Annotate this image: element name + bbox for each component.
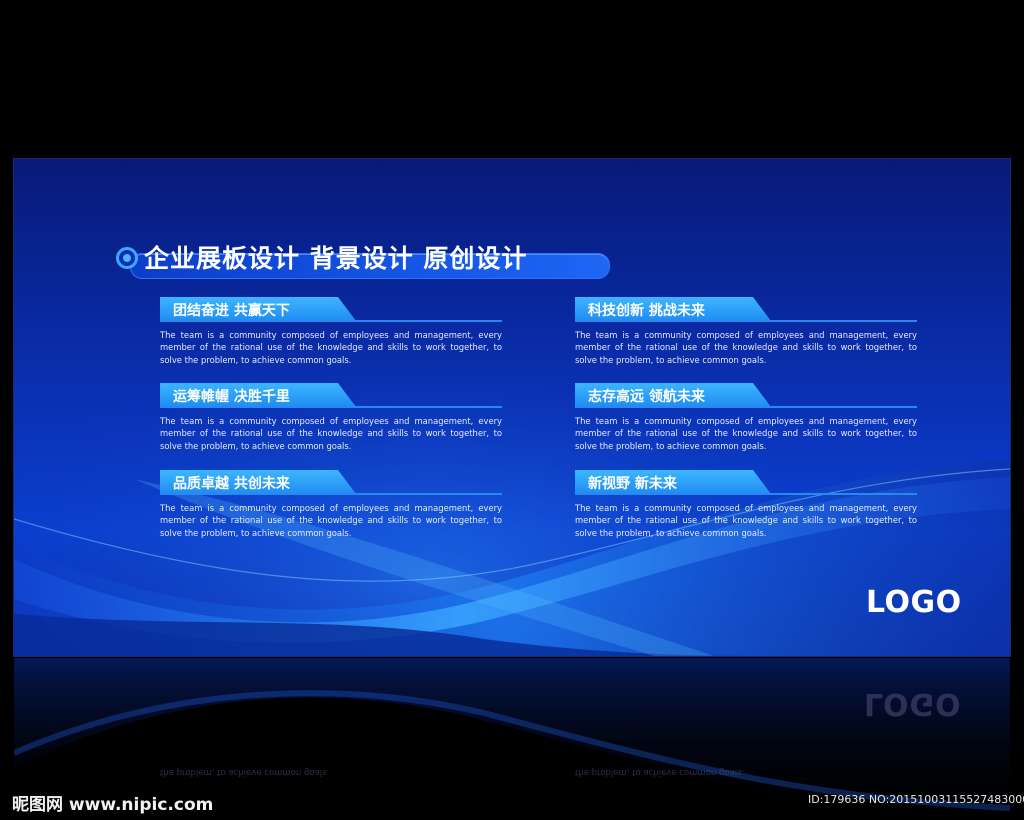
tab-underline [575, 493, 917, 495]
section-tab: 新视野 新未来 [575, 470, 917, 495]
section-1: 团结奋进 共赢天下 The team is a community compos… [160, 297, 502, 366]
logo-reflection: LOGO [864, 686, 962, 721]
section-body: The team is a community composed of empl… [575, 503, 917, 538]
section-tab: 运筹帷幄 决胜千里 [160, 383, 502, 408]
section-body: The team is a community composed of empl… [160, 416, 502, 451]
section-4: 志存高远 领航未来 The team is a community compos… [575, 383, 917, 452]
section-body: The team is a community composed of empl… [160, 503, 502, 538]
text-reflection-left: the problem, to achieve common goals. [160, 767, 330, 777]
section-title: 新视野 新未来 [588, 476, 677, 492]
display-board: 企业展板设计 背景设计 原创设计 团结奋进 共赢天下 The team is a… [13, 158, 1011, 657]
page-title: 企业展板设计 背景设计 原创设计 [144, 244, 528, 273]
section-body: The team is a community composed of empl… [575, 416, 917, 451]
tab-underline [575, 320, 917, 322]
header-bullet-icon [116, 247, 138, 269]
poster-stage: 企业展板设计 背景设计 原创设计 团结奋进 共赢天下 The team is a… [0, 0, 1024, 820]
section-body: The team is a community composed of empl… [160, 330, 502, 365]
section-title: 运筹帷幄 决胜千里 [173, 389, 290, 405]
section-6: 新视野 新未来 The team is a community composed… [575, 470, 917, 539]
section-title: 品质卓越 共创未来 [173, 476, 290, 492]
watermark-id: ID:179636 NO:20151003115527483000 [808, 793, 1024, 806]
text-reflection-right: the problem, to achieve common goals. [575, 767, 745, 777]
tab-underline [575, 406, 917, 408]
section-tab: 志存高远 领航未来 [575, 383, 917, 408]
tab-underline [160, 493, 502, 495]
logo: LOGO [866, 585, 962, 620]
section-tab: 团结奋进 共赢天下 [160, 297, 502, 322]
section-tab: 科技创新 挑战未来 [575, 297, 917, 322]
section-title: 志存高远 领航未来 [588, 389, 705, 405]
section-5: 品质卓越 共创未来 The team is a community compos… [160, 470, 502, 539]
tab-underline [160, 406, 502, 408]
section-body: The team is a community composed of empl… [575, 330, 917, 365]
section-title: 团结奋进 共赢天下 [173, 303, 290, 319]
section-2: 科技创新 挑战未来 The team is a community compos… [575, 297, 917, 366]
section-3: 运筹帷幄 决胜千里 The team is a community compos… [160, 383, 502, 452]
section-tab: 品质卓越 共创未来 [160, 470, 502, 495]
watermark-site: 昵图网 www.nipic.com [12, 795, 214, 815]
tab-underline [160, 320, 502, 322]
section-title: 科技创新 挑战未来 [588, 303, 705, 319]
